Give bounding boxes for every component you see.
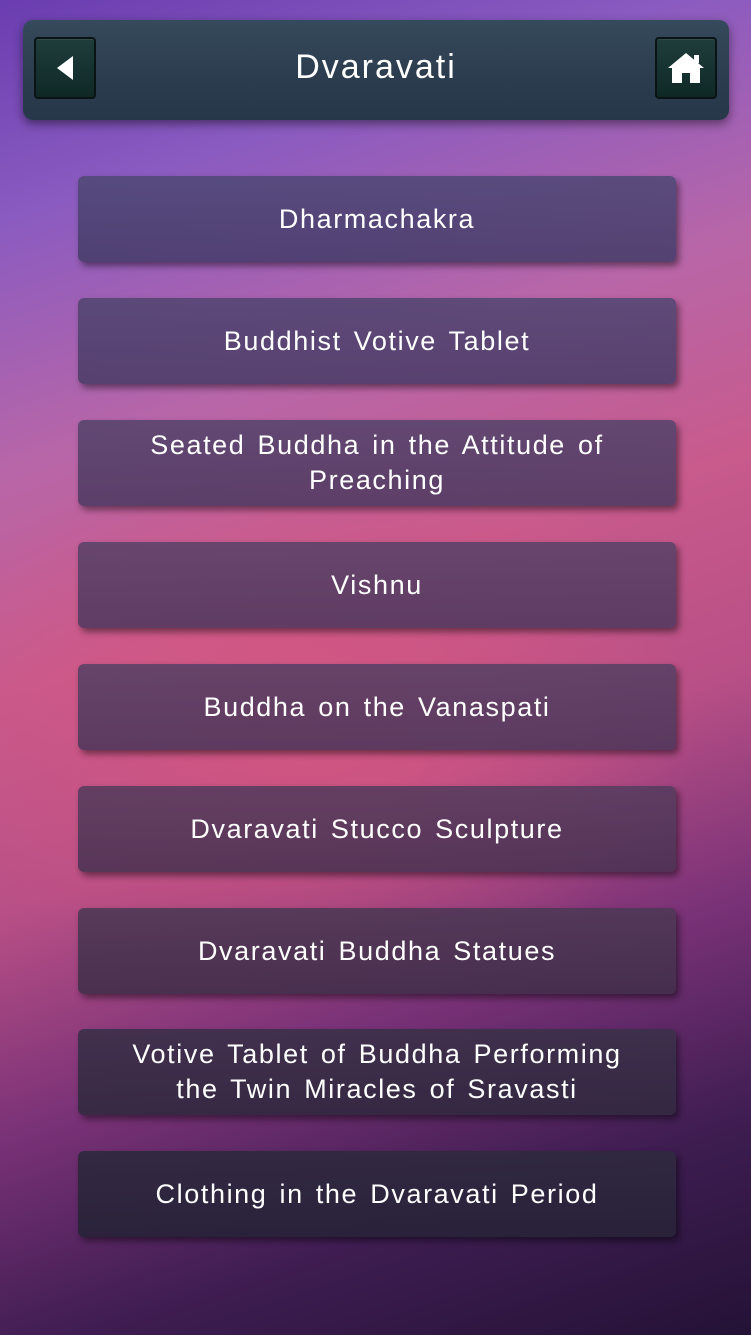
menu-item-dharmachakra[interactable]: Dharmachakra bbox=[78, 176, 676, 262]
menu-item-label: Buddhist Votive Tablet bbox=[223, 325, 531, 356]
home-icon bbox=[666, 51, 706, 85]
menu-item-buddhist-votive-tablet[interactable]: Buddhist Votive Tablet bbox=[78, 298, 676, 384]
menu-item-dvaravati-stucco-sculpture[interactable]: Dvaravati Stucco Sculpture bbox=[78, 786, 676, 872]
top-bar: Dvaravati bbox=[23, 20, 729, 120]
menu-item-votive-tablet-twin-miracles[interactable]: Votive Tablet of Buddha Performing the T… bbox=[78, 1029, 676, 1115]
menu-item-label: Buddha on the Vanaspati bbox=[203, 691, 551, 722]
home-button[interactable] bbox=[655, 37, 717, 99]
menu-item-label: Dvaravati Stucco Sculpture bbox=[190, 813, 564, 844]
menu-item-label: Seated Buddha in the Attitude of Preachi… bbox=[150, 430, 604, 495]
menu-item-label: Dharmachakra bbox=[278, 203, 476, 234]
menu-item-dvaravati-buddha-statues[interactable]: Dvaravati Buddha Statues bbox=[78, 908, 676, 994]
menu-item-label: Vishnu bbox=[331, 569, 423, 600]
menu-item-label: Clothing in the Dvaravati Period bbox=[155, 1178, 599, 1209]
menu-item-label: Dvaravati Buddha Statues bbox=[197, 935, 557, 966]
menu-item-vishnu[interactable]: Vishnu bbox=[78, 542, 676, 628]
menu-item-clothing-dvaravati-period[interactable]: Clothing in the Dvaravati Period bbox=[78, 1151, 676, 1237]
menu-item-seated-buddha[interactable]: Seated Buddha in the Attitude of Preachi… bbox=[78, 420, 676, 506]
menu-item-label: Votive Tablet of Buddha Performing the T… bbox=[132, 1039, 622, 1104]
menu-item-buddha-on-the-vanaspati[interactable]: Buddha on the Vanaspati bbox=[78, 664, 676, 750]
page-title: Dvaravati bbox=[295, 48, 457, 86]
